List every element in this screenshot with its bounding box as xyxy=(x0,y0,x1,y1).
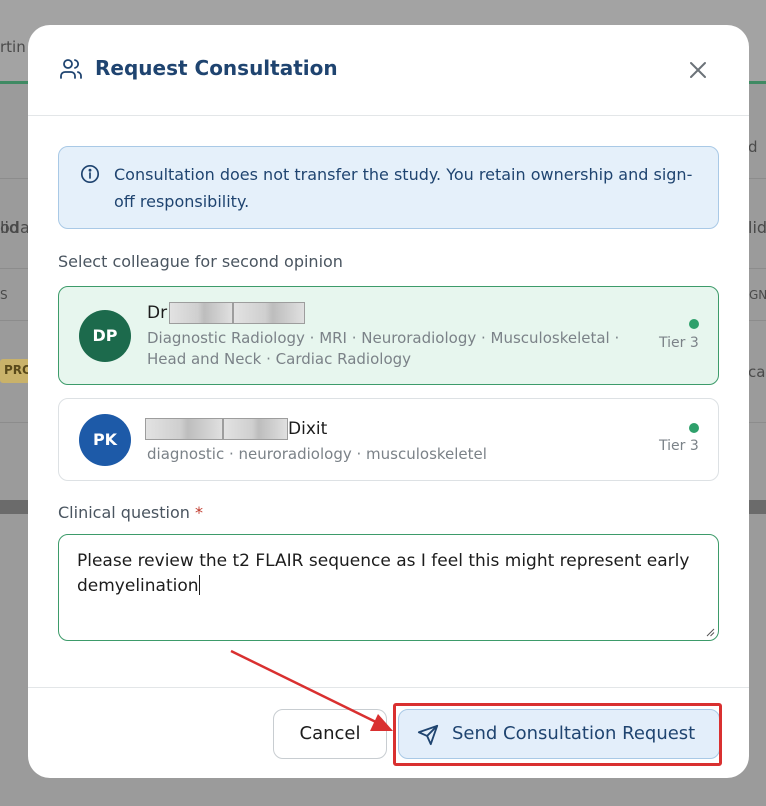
colleague-name-suffix: Dixit xyxy=(288,419,328,439)
background-text: GN xyxy=(749,288,766,302)
colleague-section-label: Select colleague for second opinion xyxy=(58,252,343,271)
annotation-highlight-box xyxy=(393,703,722,766)
info-banner: Consultation does not transfer the study… xyxy=(58,146,719,229)
background-text: oda xyxy=(0,218,30,237)
colleague-specialties: diagnostic · neuroradiology · musculoske… xyxy=(147,445,487,463)
users-icon xyxy=(60,59,82,79)
background-status-pill: PRO xyxy=(0,359,32,383)
colleague-card[interactable]: PK Dixit diagnostic · neuroradiology · m… xyxy=(58,398,719,481)
online-status-dot xyxy=(689,319,699,329)
consultation-modal: Request Consultation Consultation does n… xyxy=(28,25,749,778)
clinical-question-textarea[interactable]: Please review the t2 FLAIR sequence as I… xyxy=(58,534,719,641)
clinical-question-label-text: Clinical question xyxy=(58,503,190,522)
avatar: DP xyxy=(79,310,131,362)
info-icon xyxy=(80,164,100,184)
colleague-specialties: Diagnostic Radiology · MRI · Neuroradiol… xyxy=(147,329,620,368)
clinical-question-text: Please review the t2 FLAIR sequence as I… xyxy=(77,551,690,596)
colleague-tier: Tier 3 xyxy=(659,438,699,454)
background-text: lid xyxy=(748,218,766,237)
background-text: d xyxy=(748,138,758,156)
modal-title: Request Consultation xyxy=(95,56,338,80)
text-cursor xyxy=(198,575,201,595)
colleague-name: Dr xyxy=(147,302,306,324)
redacted-name xyxy=(145,418,223,440)
info-text: Consultation does not transfer the study… xyxy=(114,165,693,211)
clinical-question-label: Clinical question * xyxy=(58,503,203,522)
background-text: rtin xyxy=(0,38,26,56)
colleague-card-selected[interactable]: DP Dr Diagnostic Radiology · MRI · Neuro… xyxy=(58,286,719,385)
clinical-question-value[interactable]: Please review the t2 FLAIR sequence as I… xyxy=(77,549,697,599)
cancel-button[interactable]: Cancel xyxy=(273,709,387,759)
redacted-name xyxy=(223,418,288,440)
colleague-tier: Tier 3 xyxy=(659,335,699,351)
required-asterisk: * xyxy=(195,503,203,522)
redacted-name xyxy=(169,302,234,324)
avatar: PK xyxy=(79,414,131,466)
background-text: ca xyxy=(748,363,766,381)
colleague-name-prefix: Dr xyxy=(147,303,168,323)
resize-handle-icon[interactable] xyxy=(705,627,715,637)
online-status-dot xyxy=(689,423,699,433)
close-icon[interactable] xyxy=(687,59,709,81)
modal-header: Request Consultation xyxy=(28,25,749,116)
redacted-name xyxy=(233,302,306,324)
background-text: S xyxy=(0,288,8,302)
colleague-name: Dixit xyxy=(145,418,327,440)
